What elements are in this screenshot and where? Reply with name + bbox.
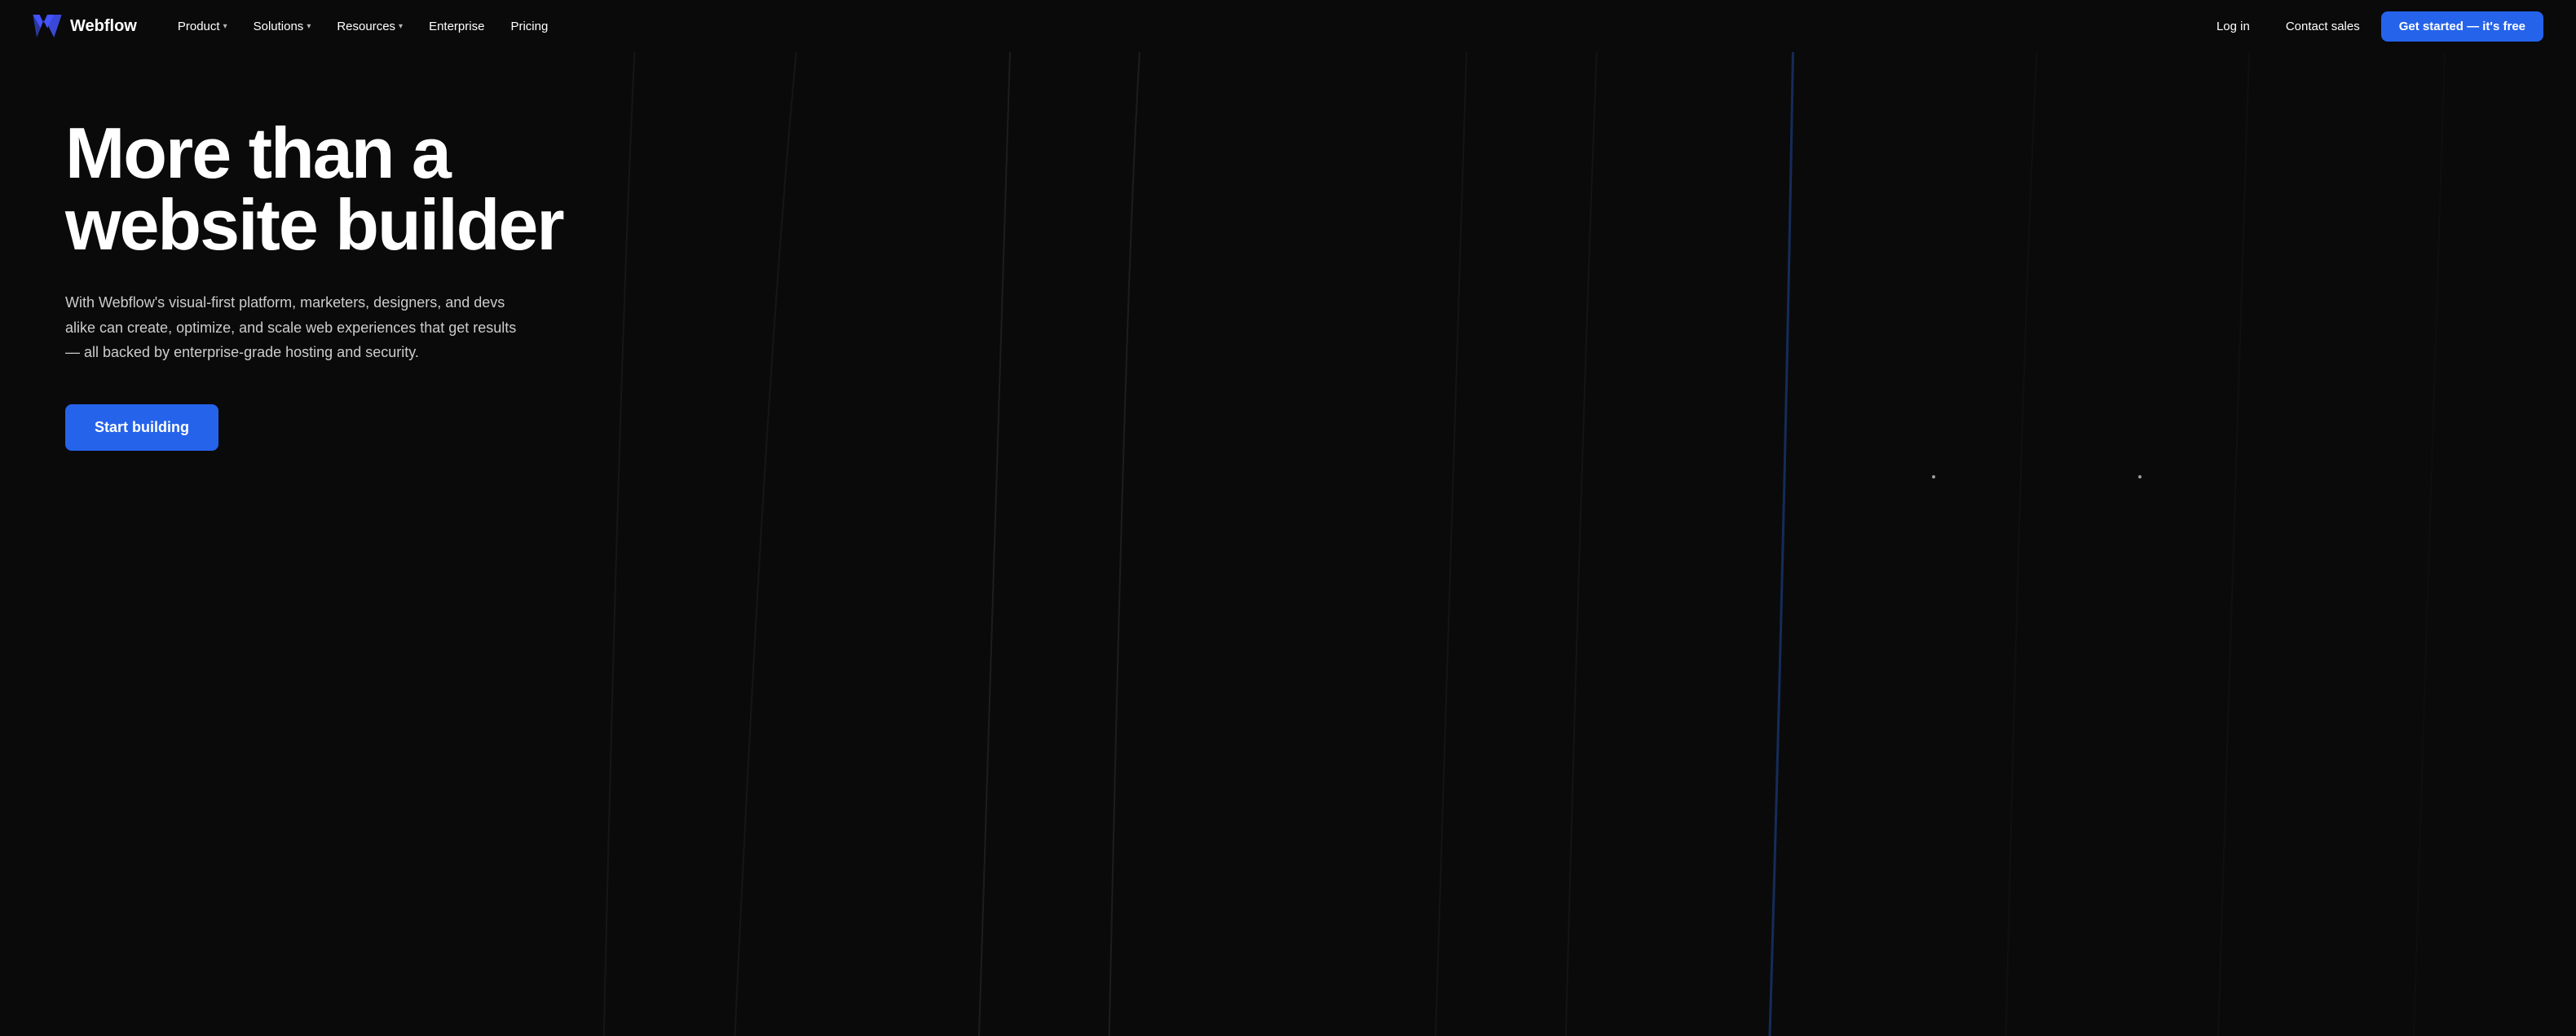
- nav-item-resources[interactable]: Resources ▾: [325, 13, 414, 40]
- start-building-button[interactable]: Start building: [65, 404, 218, 451]
- nav-right: Log in Contact sales Get started — it's …: [2202, 11, 2543, 42]
- login-button[interactable]: Log in: [2202, 13, 2265, 40]
- nav-item-pricing[interactable]: Pricing: [499, 13, 559, 40]
- get-started-button[interactable]: Get started — it's free: [2381, 11, 2543, 42]
- nav-item-enterprise[interactable]: Enterprise: [417, 13, 496, 40]
- navbar: Webflow Product ▾ Solutions ▾ Resources …: [0, 0, 2576, 52]
- decorative-dot-1: [1932, 475, 1935, 478]
- contact-sales-button[interactable]: Contact sales: [2271, 13, 2375, 40]
- chevron-down-icon: ▾: [307, 22, 311, 31]
- nav-left: Webflow Product ▾ Solutions ▾ Resources …: [33, 13, 559, 40]
- decorative-dot-2: [2138, 475, 2142, 478]
- nav-links: Product ▾ Solutions ▾ Resources ▾ Enterp…: [166, 13, 559, 40]
- nav-item-product[interactable]: Product ▾: [166, 13, 239, 40]
- nav-item-solutions[interactable]: Solutions ▾: [242, 13, 323, 40]
- logo-text: Webflow: [70, 17, 137, 36]
- chevron-down-icon: ▾: [223, 22, 227, 31]
- hero-section: More than a website builder With Webflow…: [0, 52, 2576, 1036]
- hero-subtitle: With Webflow's visual-first platform, ma…: [65, 290, 522, 365]
- webflow-logo-icon: [33, 15, 62, 37]
- hero-title: More than a website builder: [65, 117, 563, 261]
- chevron-down-icon: ▾: [399, 22, 403, 31]
- logo[interactable]: Webflow: [33, 15, 137, 37]
- hero-content: More than a website builder With Webflow…: [65, 117, 563, 451]
